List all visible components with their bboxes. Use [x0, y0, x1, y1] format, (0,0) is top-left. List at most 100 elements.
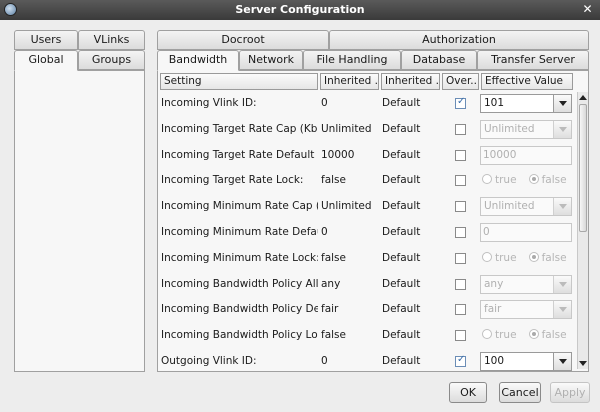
- effective-value-text: 100: [484, 355, 505, 367]
- override-checkbox[interactable]: [455, 330, 466, 342]
- table-row[interactable]: Incoming Bandwidth Policy Lock: false Defa…: [158, 323, 576, 349]
- radio-true[interactable]: [482, 174, 492, 185]
- tab-docroot[interactable]: Docroot: [157, 30, 329, 50]
- table-row[interactable]: Incoming Target Rate Cap (Kb... Unlimited…: [158, 117, 576, 143]
- tab-vlinks[interactable]: VLinks: [78, 30, 145, 50]
- inherited-from: Default: [382, 329, 421, 342]
- inherited-from: Default: [382, 148, 421, 161]
- setting-name: Incoming Bandwidth Policy Lock:: [161, 329, 318, 342]
- radio-false[interactable]: [528, 174, 539, 185]
- tab-authorization[interactable]: Authorization: [329, 30, 589, 50]
- chevron-down-icon[interactable]: [553, 275, 571, 293]
- effective-value-text: 101: [484, 97, 505, 109]
- effective-value-radio-group: true false: [482, 329, 567, 341]
- override-checkbox[interactable]: [455, 123, 466, 135]
- override-checkbox[interactable]: [455, 252, 466, 264]
- effective-value-dropdown[interactable]: any: [480, 274, 572, 294]
- inherited-value: Unlimited: [321, 122, 372, 135]
- inherited-from: Default: [382, 251, 421, 264]
- radio-label-false: false: [541, 251, 567, 264]
- setting-name: Incoming Target Rate Default (...: [161, 148, 318, 161]
- effective-value-dropdown[interactable]: 101: [480, 94, 572, 113]
- setting-name: Outgoing Vlink ID:: [161, 355, 257, 367]
- inherited-from: Default: [382, 226, 421, 238]
- global-panel: [14, 70, 145, 372]
- setting-name: Incoming Vlink ID:: [161, 97, 257, 109]
- column-header-setting[interactable]: Setting: [160, 73, 318, 90]
- ok-button[interactable]: OK: [449, 382, 487, 403]
- table-row[interactable]: Outgoing Vlink ID: 0 Default 100: [158, 349, 576, 375]
- tab-database[interactable]: Database: [401, 50, 477, 70]
- radio-label-true: true: [495, 174, 517, 187]
- title-bar: Server Configuration ✕: [0, 0, 600, 20]
- column-header-inherited-from[interactable]: Inherited ...: [381, 73, 440, 90]
- column-header-effective-value[interactable]: Effective Value: [481, 73, 573, 90]
- table-row[interactable]: Incoming Minimum Rate Lock: false Default t…: [158, 246, 576, 272]
- effective-value-input[interactable]: 10000: [480, 145, 572, 165]
- radio-true[interactable]: [482, 251, 492, 262]
- apply-button[interactable]: Apply: [550, 382, 590, 403]
- chevron-down-icon[interactable]: [553, 95, 571, 112]
- effective-value-radio-group: true false: [482, 174, 567, 186]
- effective-value-text: any: [484, 277, 504, 290]
- override-checkbox[interactable]: [455, 149, 466, 161]
- setting-name: Incoming Minimum Rate Cap (...: [161, 200, 318, 213]
- chevron-down-icon[interactable]: [553, 198, 571, 216]
- setting-name: Incoming Minimum Rate Lock:: [161, 251, 318, 264]
- override-checkbox[interactable]: [455, 96, 466, 109]
- effective-value-dropdown[interactable]: fair: [480, 300, 572, 320]
- inherited-value: fair: [321, 303, 339, 316]
- inherited-value: false: [321, 174, 346, 187]
- override-checkbox[interactable]: [455, 227, 466, 238]
- scroll-up-icon[interactable]: [578, 93, 588, 103]
- table-row[interactable]: Incoming Vlink ID: 0 Default 101: [158, 91, 576, 117]
- vertical-scrollbar[interactable]: [577, 92, 588, 369]
- effective-value-dropdown[interactable]: 100: [480, 352, 572, 371]
- radio-label-true: true: [495, 251, 517, 264]
- tab-users[interactable]: Users: [14, 30, 78, 50]
- setting-name: Incoming Minimum Rate Defau...: [161, 226, 318, 238]
- cancel-button[interactable]: Cancel: [499, 382, 541, 403]
- inherited-from: Default: [382, 355, 421, 367]
- column-header-override[interactable]: Over...: [442, 73, 479, 90]
- radio-false[interactable]: [528, 251, 539, 262]
- inherited-from: Default: [382, 97, 421, 109]
- override-checkbox[interactable]: [455, 175, 466, 187]
- chevron-down-icon[interactable]: [553, 353, 571, 370]
- radio-false[interactable]: [528, 329, 539, 340]
- inherited-value: 0: [321, 97, 328, 109]
- tab-global[interactable]: Global: [14, 50, 78, 71]
- chevron-down-icon[interactable]: [553, 301, 571, 319]
- table-row[interactable]: Incoming Target Rate Default (... 10000 De…: [158, 143, 576, 169]
- setting-name: Incoming Bandwidth Policy Allo...: [161, 277, 318, 290]
- radio-label-true: true: [495, 329, 517, 342]
- effective-value-dropdown[interactable]: Unlimited: [480, 119, 572, 139]
- radio-label-false: false: [541, 329, 567, 342]
- override-checkbox[interactable]: [455, 304, 466, 316]
- effective-value-radio-group: true false: [482, 251, 567, 264]
- override-checkbox[interactable]: [455, 354, 466, 367]
- table-row[interactable]: Incoming Bandwidth Policy Allo... any Defa…: [158, 272, 576, 298]
- tab-transfer-server[interactable]: Transfer Server: [477, 50, 589, 70]
- chevron-down-icon[interactable]: [553, 120, 571, 138]
- inherited-from: Default: [382, 122, 421, 135]
- effective-value-text: Unlimited: [484, 200, 535, 213]
- scroll-down-icon[interactable]: [578, 358, 588, 368]
- scrollbar-thumb[interactable]: [579, 104, 587, 232]
- radio-true[interactable]: [482, 329, 492, 340]
- effective-value-input[interactable]: 0: [480, 223, 572, 242]
- override-checkbox[interactable]: [455, 278, 466, 290]
- table-row[interactable]: Incoming Minimum Rate Cap (... Unlimited D…: [158, 194, 576, 220]
- tab-network[interactable]: Network: [239, 50, 303, 70]
- effective-value-dropdown[interactable]: Unlimited: [480, 197, 572, 217]
- tab-bandwidth[interactable]: Bandwidth: [157, 50, 239, 71]
- close-icon[interactable]: ✕: [580, 2, 595, 17]
- tab-file-handling[interactable]: File Handling: [303, 50, 401, 70]
- table-row[interactable]: Incoming Target Rate Lock: false Default tr…: [158, 168, 576, 194]
- column-header-inherited-value[interactable]: Inherited ...: [320, 73, 379, 90]
- table-row[interactable]: Incoming Bandwidth Policy Def... fair Defa…: [158, 297, 576, 323]
- table-row[interactable]: Incoming Minimum Rate Defau... 0 Default 0: [158, 220, 576, 246]
- effective-value-text: Unlimited: [484, 122, 535, 135]
- tab-groups[interactable]: Groups: [78, 50, 145, 70]
- override-checkbox[interactable]: [455, 201, 466, 213]
